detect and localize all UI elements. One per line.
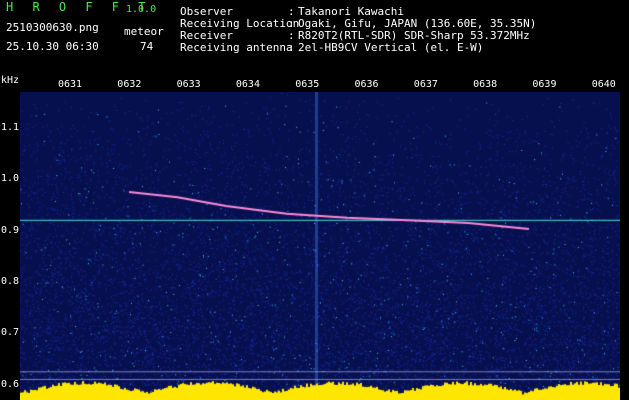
timestamp-label: 25.10.30 06:30 [6, 40, 99, 53]
x-tick-label: 0636 [354, 79, 379, 90]
x-tick-label: 0635 [295, 79, 320, 90]
y-tick-label: 0.6 [1, 378, 20, 390]
y-tick-label: 1.0 [1, 173, 20, 185]
app-version: 1.0.0 [126, 4, 157, 15]
y-tick-label: 0.9 [1, 224, 20, 236]
meteor-count: 74 [140, 40, 154, 53]
meteor-label: meteor [124, 25, 164, 38]
x-tick-label: 0638 [473, 79, 498, 90]
y-tick-label: 0.7 [1, 327, 20, 339]
x-tick-label: 0640 [591, 79, 616, 90]
y-tick-label: 1.1 [1, 121, 20, 133]
spectrogram-plot [20, 92, 620, 400]
antenna-sep: : [288, 41, 295, 54]
y-tick-label: 0.8 [1, 275, 20, 287]
y-axis-label: kHz [1, 75, 20, 86]
x-tick-label: 0634 [235, 79, 260, 90]
antenna-value: 2el-HB9CV Vertical (el. E-W) [298, 41, 484, 54]
x-tick-label: 0633 [176, 79, 201, 90]
filename-label: 2510300630.png [6, 21, 99, 34]
antenna-label: Receiving antenna [180, 41, 293, 54]
x-tick-label: 0631 [58, 79, 83, 90]
header-panel: H R O F F T 1.0.0 2510300630.png meteor … [0, 0, 629, 76]
x-tick-label: 0639 [532, 79, 557, 90]
spectrogram-canvas [20, 92, 620, 400]
x-tick-label: 0637 [413, 79, 438, 90]
x-tick-label: 0632 [117, 79, 142, 90]
